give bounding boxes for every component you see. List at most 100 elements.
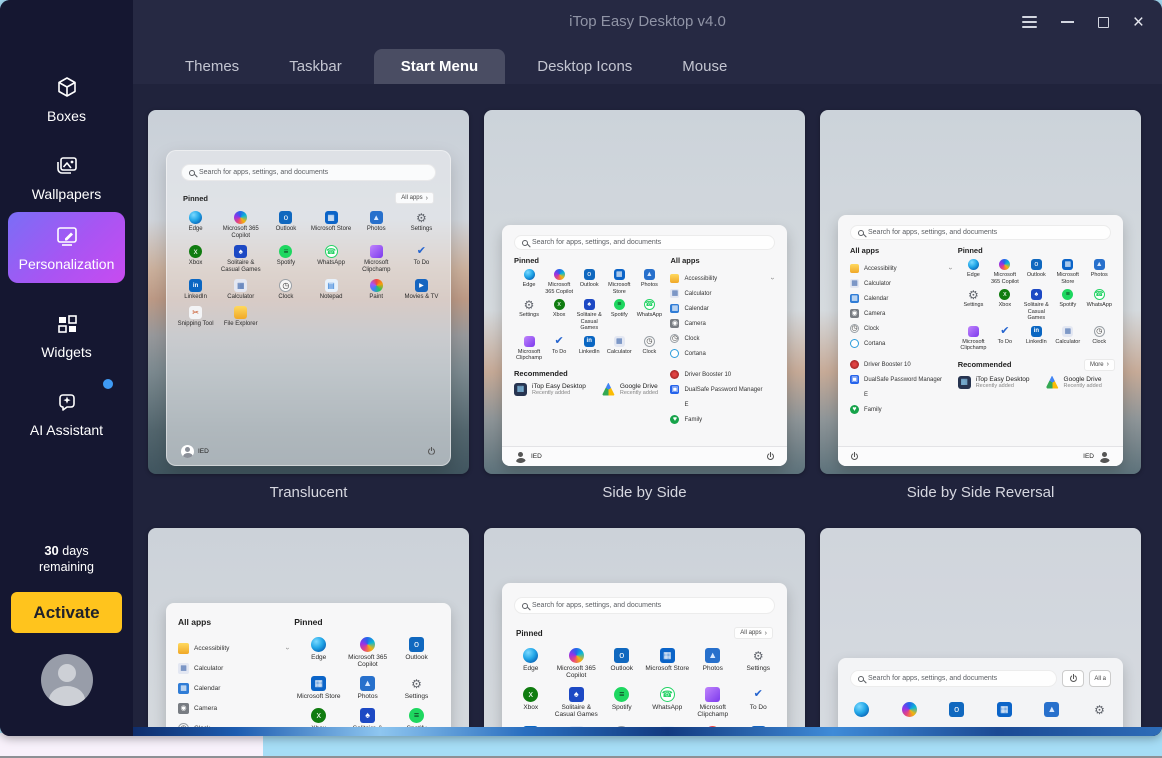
all-apps-list-item: ▦ Calendar [670,304,779,313]
app-shortcut: x Xbox [173,245,218,274]
app-icon: ▲ [1044,702,1059,717]
app-shortcut: x Xbox [544,299,574,332]
style-card-compact[interactable]: Search for apps, settings, and documents… [820,528,1141,736]
user-icon [514,450,527,463]
app-icon: ▦ [234,279,247,292]
app-icon: x [311,708,326,723]
app-icon: ▦ [1062,326,1073,337]
style-card-all-apps-left[interactable]: All apps Accessibility › ▦ [148,528,469,736]
tab-themes[interactable]: Themes [167,49,257,84]
app-name: Photos [367,226,386,233]
title-bar: iTop Easy Desktop v4.0 × [133,0,1162,44]
app-icon: ▲ [705,648,720,663]
app-shortcut: Paint [354,279,399,301]
app-name: Settings [963,302,983,309]
app-icon: in [189,279,202,292]
app-icon: ◷ [670,334,679,343]
app-icon: ☎ [644,299,655,310]
app-shortcut: File Explorer [218,306,263,328]
power-icon [766,452,775,461]
recommended-items: ▦ iTop Easy DesktopRecently added Google… [958,376,1115,389]
app-name: File Explorer [224,321,258,328]
app-shortcut: ☎ WhatsApp [309,245,354,274]
app-shortcut: Microsoft 365 Copilot [218,211,263,240]
tab-desktop-icons[interactable]: Desktop Icons [519,49,650,84]
app-icon: ◉ [178,703,189,714]
minimize-icon[interactable] [1061,21,1074,23]
sidebar-item-boxes[interactable]: Boxes [8,64,125,135]
app-icon [524,269,535,280]
app-shortcut: Edge [514,269,544,295]
app-shortcut: ▲ Photos [343,676,392,700]
chevron-down-icon: › [768,277,775,279]
app-icon [670,349,679,358]
app-shortcut: ≡ Spotify [263,245,308,274]
menu-icon[interactable] [1022,16,1037,28]
maximize-icon[interactable] [1098,17,1109,28]
app-shortcut: Edge [294,637,343,668]
app-icon [234,306,247,319]
style-card-side-by-side[interactable]: Search for apps, settings, and documents… [484,110,805,474]
app-name: Microsoft Store [297,693,341,700]
sidebar-item-widgets[interactable]: Widgets [8,300,125,371]
app-icon: o [584,269,595,280]
app-shortcut: ✔ To Do [399,245,444,274]
style-labels: Translucent Side by Side Side by Side Re… [148,484,1141,501]
all-apps-label: All apps [178,617,294,627]
app-icon: ♠ [584,299,595,310]
tab-taskbar[interactable]: Taskbar [271,49,360,84]
app-icon: ♥ [670,415,679,424]
app-icon: ✔ [999,326,1010,337]
close-icon[interactable]: × [1133,13,1144,32]
app-icon [1046,376,1059,389]
user-name: IED [198,448,209,455]
tab-start-menu[interactable]: Start Menu [374,49,506,84]
ai-assistant-icon [54,389,80,415]
all-apps-list-item: ▣ DualSafe Password Manager [850,375,958,384]
desktop-background-left [0,733,263,758]
app-shortcut: ✔ To Do [989,326,1020,352]
app-icon [523,648,538,663]
app-shortcut: ⚙ Settings [958,289,989,322]
pinned-apps-grid: Edge Microsoft 365 Copilot o Outlook ▦ M [508,648,781,736]
style-card-side-by-side-reversal[interactable]: Search for apps, settings, and documents… [820,110,1141,474]
power-icon [1069,674,1078,683]
user-avatar[interactable] [41,654,93,706]
app-shortcut: ▲ Photos [634,269,664,295]
recommended-label: Recommended [514,369,664,378]
search-icon [522,240,528,246]
tab-mouse[interactable]: Mouse [664,49,745,84]
app-window: Boxes Wallpapers Personalization Widgets… [0,0,1162,736]
app-icon [189,211,202,224]
app-icon: x [999,289,1010,300]
search-icon [522,603,528,609]
pinned-label: Pinned [958,246,1115,255]
all-apps-list-item: Cortana [850,339,958,348]
app-shortcut: ☎ WhatsApp [645,687,691,718]
sidebar-item-personalization[interactable]: Personalization [8,212,125,283]
app-shortcut: ≡ Spotify [604,299,634,332]
all-apps-list-item: ◷ Clock [850,324,958,333]
app-icon: ▦ [514,383,527,396]
app-shortcut: o Outlook [599,648,645,679]
app-name: Outlook [276,226,297,233]
app-icon: x [554,299,565,310]
window-bottom-accent [133,727,1162,736]
recommended-item: ▦ iTop Easy DesktopRecently added [514,383,586,396]
app-name: Microsoft 365 Copilot [989,272,1020,285]
app-icon: x [189,245,202,258]
app-icon [370,245,383,258]
all-apps-list-item: ◷ Clock [670,334,779,343]
app-name: To Do [414,260,430,267]
app-icon: o [949,702,964,717]
chevron-right-icon: › [765,631,767,636]
app-icon [370,279,383,292]
style-card-default[interactable]: Search for apps, settings, and documents… [484,528,805,736]
all-apps-list-2: Driver Booster 10 ▣ DualSafe Password Ma… [850,360,958,414]
pinned-apps-grid: Edge Microsoft 365 Copilot o Outlook [294,637,441,736]
sidebar-item-wallpapers[interactable]: Wallpapers [8,142,125,213]
app-shortcut: ▤ Notepad [309,279,354,301]
app-icon: ▦ [325,211,338,224]
activate-button[interactable]: Activate [11,592,122,633]
style-card-translucent[interactable]: Search for apps, settings, and documents… [148,110,469,474]
